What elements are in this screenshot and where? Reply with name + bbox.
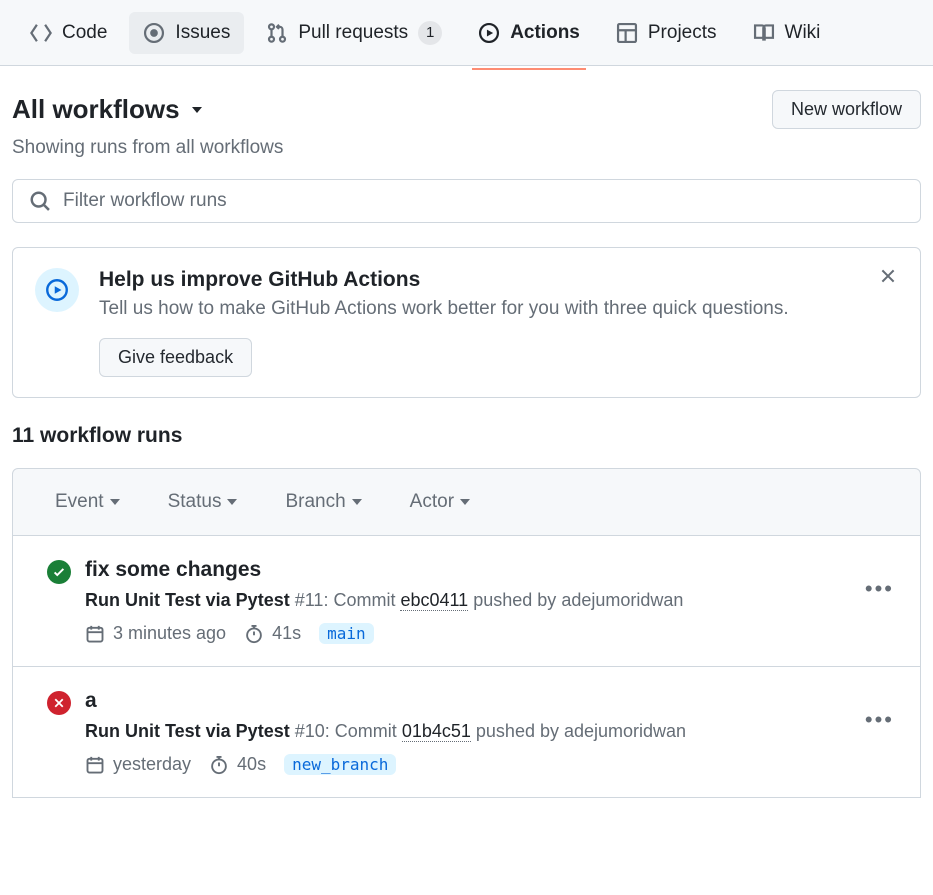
- filter-bar: Event Status Branch Actor: [12, 468, 921, 536]
- pull-request-icon: [266, 22, 288, 44]
- run-duration: 41s: [272, 623, 301, 644]
- book-icon: [753, 22, 775, 44]
- close-icon[interactable]: [874, 262, 902, 290]
- search-input[interactable]: [63, 190, 904, 212]
- tab-wiki-label: Wiki: [785, 22, 821, 44]
- tab-issues[interactable]: Issues: [129, 12, 244, 54]
- check-circle-icon: [47, 560, 71, 584]
- filter-actor[interactable]: Actor: [410, 491, 470, 513]
- filter-event-label: Event: [55, 491, 104, 513]
- kebab-menu-icon[interactable]: •••: [865, 707, 894, 733]
- tab-actions[interactable]: Actions: [464, 12, 594, 54]
- page-title[interactable]: All workflows: [12, 94, 202, 125]
- run-subtitle: Run Unit Test via Pytest #10: Commit 01b…: [85, 721, 898, 742]
- run-duration: 40s: [237, 754, 266, 775]
- x-circle-icon: [47, 691, 71, 715]
- run-meta: yesterday 40s new_branch: [85, 754, 898, 775]
- filter-event[interactable]: Event: [55, 491, 120, 513]
- page-title-text: All workflows: [12, 94, 180, 125]
- pr-count-badge: 1: [418, 21, 442, 45]
- feedback-title: Help us improve GitHub Actions: [99, 268, 898, 292]
- play-circle-icon: [45, 278, 69, 302]
- run-title[interactable]: a: [85, 689, 898, 713]
- tab-pull-requests[interactable]: Pull requests 1: [252, 11, 456, 55]
- run-item: a Run Unit Test via Pytest #10: Commit 0…: [13, 666, 920, 797]
- search-container: [12, 179, 921, 223]
- filter-status-label: Status: [168, 491, 222, 513]
- feedback-banner: Help us improve GitHub Actions Tell us h…: [12, 247, 921, 398]
- caret-down-icon: [227, 499, 237, 505]
- run-meta: 3 minutes ago 41s main: [85, 623, 898, 644]
- code-icon: [30, 22, 52, 44]
- commit-link[interactable]: ebc0411: [400, 590, 468, 611]
- filter-actor-label: Actor: [410, 491, 454, 513]
- tab-projects-label: Projects: [648, 22, 717, 44]
- caret-down-icon: [352, 499, 362, 505]
- play-circle-icon: [478, 22, 500, 44]
- stopwatch-icon: [244, 624, 264, 644]
- kebab-menu-icon[interactable]: •••: [865, 576, 894, 602]
- stopwatch-icon: [209, 755, 229, 775]
- run-list: fix some changes Run Unit Test via Pytes…: [12, 536, 921, 798]
- calendar-icon: [85, 624, 105, 644]
- give-feedback-button[interactable]: Give feedback: [99, 338, 252, 377]
- tab-code[interactable]: Code: [16, 12, 121, 54]
- tab-pr-label: Pull requests: [298, 22, 408, 44]
- page-subtitle: Showing runs from all workflows: [12, 137, 921, 159]
- caret-down-icon: [192, 107, 202, 113]
- caret-down-icon: [460, 499, 470, 505]
- feedback-icon-circle: [35, 268, 79, 312]
- run-title[interactable]: fix some changes: [85, 558, 898, 582]
- branch-label[interactable]: new_branch: [284, 754, 396, 775]
- run-item: fix some changes Run Unit Test via Pytes…: [13, 536, 920, 666]
- commit-link[interactable]: 01b4c51: [402, 721, 471, 742]
- branch-label[interactable]: main: [319, 623, 374, 644]
- caret-down-icon: [110, 499, 120, 505]
- filter-status[interactable]: Status: [168, 491, 238, 513]
- filter-branch[interactable]: Branch: [285, 491, 361, 513]
- run-time: yesterday: [113, 754, 191, 775]
- runs-count: 11 workflow runs: [12, 424, 921, 448]
- tab-code-label: Code: [62, 22, 107, 44]
- filter-branch-label: Branch: [285, 491, 345, 513]
- repo-tab-nav: Code Issues Pull requests 1 Actions Proj…: [0, 0, 933, 66]
- run-time: 3 minutes ago: [113, 623, 226, 644]
- tab-issues-label: Issues: [175, 22, 230, 44]
- new-workflow-button[interactable]: New workflow: [772, 90, 921, 129]
- issues-icon: [143, 22, 165, 44]
- tab-wiki[interactable]: Wiki: [739, 12, 835, 54]
- tab-actions-label: Actions: [510, 22, 580, 44]
- calendar-icon: [85, 755, 105, 775]
- feedback-text: Tell us how to make GitHub Actions work …: [99, 298, 898, 320]
- search-icon: [29, 190, 51, 212]
- run-subtitle: Run Unit Test via Pytest #11: Commit ebc…: [85, 590, 898, 611]
- projects-icon: [616, 22, 638, 44]
- tab-projects[interactable]: Projects: [602, 12, 731, 54]
